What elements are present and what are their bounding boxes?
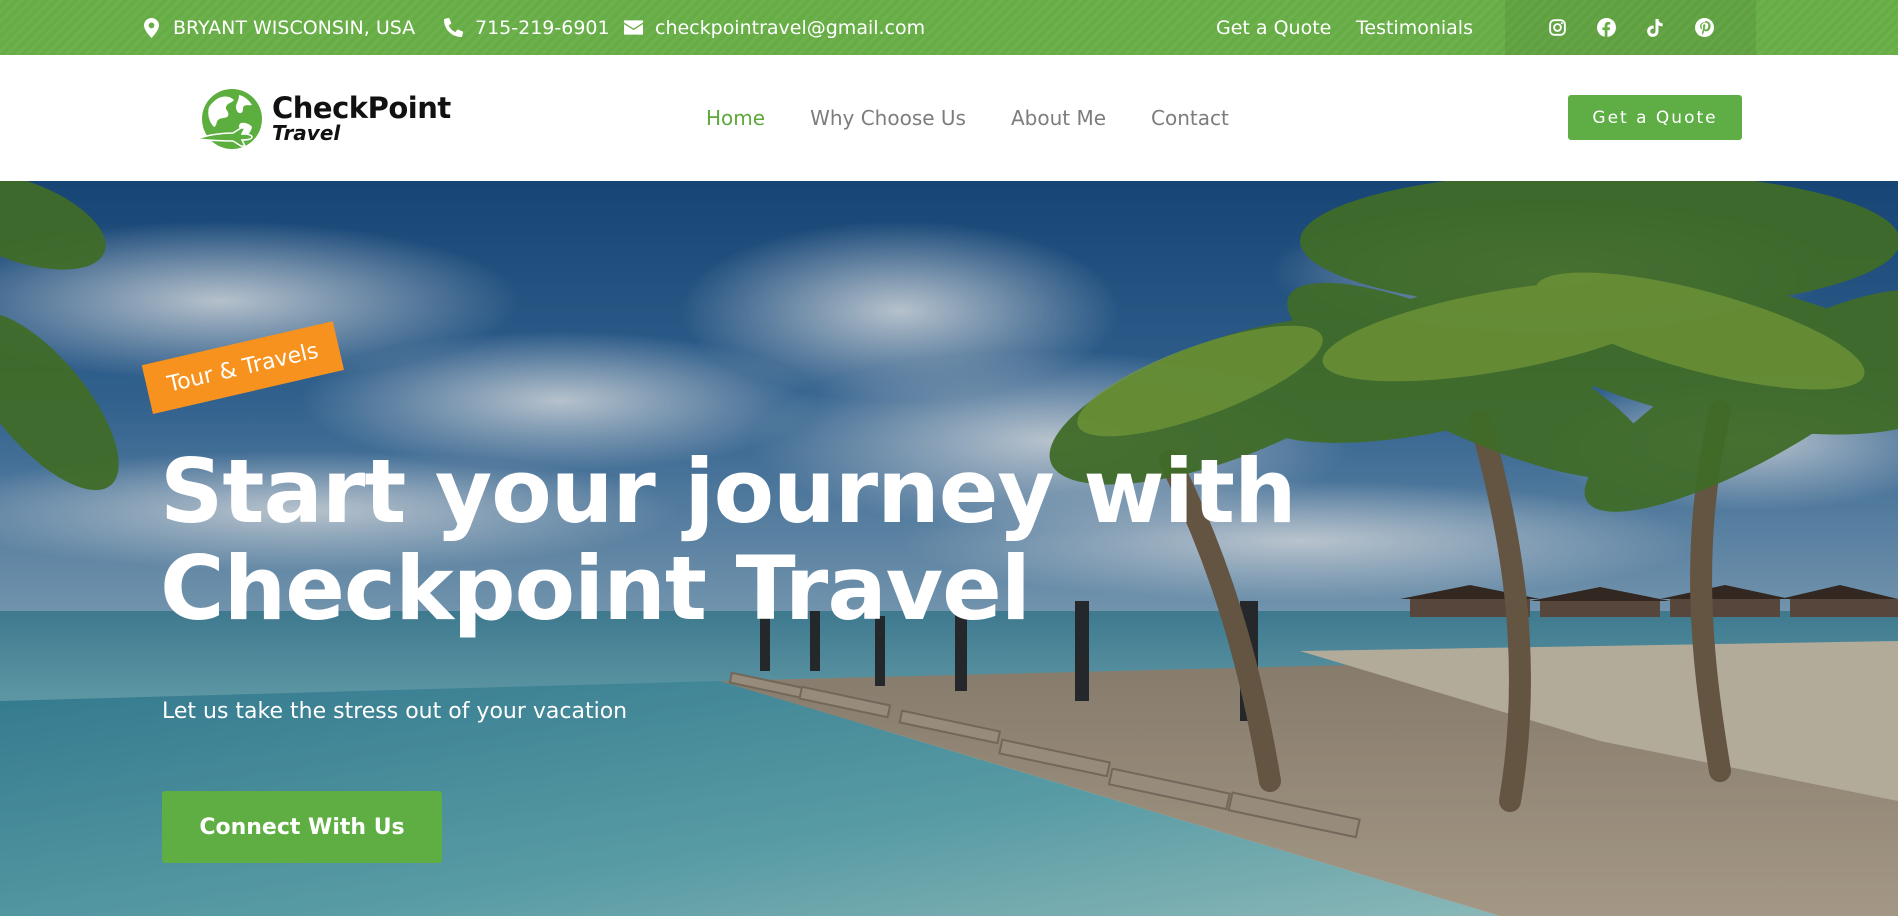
top-bar: BRYANT WISCONSIN, USA 715-219-6901 check… (0, 0, 1898, 55)
nav-about-me[interactable]: About Me (1011, 106, 1106, 130)
testimonials-link[interactable]: Testimonials (1356, 0, 1473, 55)
address-item: BRYANT WISCONSIN, USA (141, 0, 415, 55)
logo-title: CheckPoint (272, 91, 451, 125)
map-pin-icon (141, 17, 161, 38)
logo[interactable]: CheckPoint Travel (195, 85, 465, 155)
pinterest-icon[interactable] (1693, 16, 1716, 39)
instagram-icon[interactable] (1546, 16, 1569, 39)
hero-section: Tour & Travels Start your journey with C… (0, 181, 1898, 916)
get-a-quote-link[interactable]: Get a Quote (1216, 0, 1331, 55)
main-header: CheckPoint Travel Home Why Choose Us Abo… (0, 55, 1898, 181)
logo-subtitle: Travel (272, 121, 341, 145)
hero-subtitle: Let us take the stress out of your vacat… (162, 699, 628, 724)
phone-item[interactable]: 715-219-6901 (443, 0, 610, 55)
envelope-icon (623, 18, 643, 38)
email-item[interactable]: checkpointravel@gmail.com (623, 0, 925, 55)
globe-plane-logo-icon (196, 89, 262, 149)
nav-contact[interactable]: Contact (1151, 106, 1229, 130)
hero-title-line-1: Start your journey with (160, 440, 1297, 543)
hero-title-line-2: Checkpoint Travel (160, 537, 1031, 640)
tiktok-icon[interactable] (1644, 16, 1667, 39)
social-links (1505, 0, 1756, 55)
get-a-quote-button[interactable]: Get a Quote (1568, 95, 1742, 140)
email-text: checkpointravel@gmail.com (655, 16, 926, 39)
main-nav: Home Why Choose Us About Me Contact (706, 55, 1229, 181)
facebook-icon[interactable] (1595, 16, 1618, 39)
phone-text: 715-219-6901 (475, 16, 610, 39)
phone-icon (443, 18, 463, 38)
nav-why-choose-us[interactable]: Why Choose Us (810, 106, 966, 130)
nav-home[interactable]: Home (706, 106, 765, 130)
address-text: BRYANT WISCONSIN, USA (173, 16, 416, 39)
hero-title: Start your journey with Checkpoint Trave… (160, 443, 1360, 637)
connect-with-us-button[interactable]: Connect With Us (162, 791, 442, 863)
